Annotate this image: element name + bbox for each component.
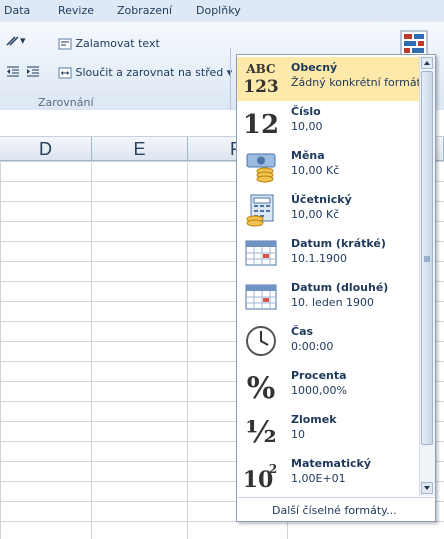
text-orientation-icon — [6, 36, 19, 46]
calendar-long-icon — [243, 279, 279, 315]
calendar-short-icon — [243, 235, 279, 271]
accounting-icon — [243, 191, 279, 227]
format-sample: 1000,00% — [291, 384, 347, 397]
format-sample: 10,00 Kč — [291, 208, 340, 221]
svg-text:%: % — [247, 371, 276, 403]
dropdown-scrollbar[interactable] — [419, 56, 435, 496]
svg-text:123: 123 — [243, 77, 279, 95]
scroll-thumb[interactable] — [421, 71, 433, 445]
format-sample: 1,00E+01 — [291, 472, 346, 485]
svg-text:ABC: ABC — [245, 62, 275, 76]
format-item-time[interactable]: Čas 0:00:00 — [237, 321, 419, 365]
format-item-number[interactable]: 12 Číslo 10,00 — [237, 101, 419, 145]
more-number-formats-label: Další číselné formáty... — [272, 504, 397, 517]
wrap-text-icon — [58, 38, 72, 50]
format-sample: 10,00 — [291, 120, 323, 133]
merge-center-button[interactable]: Sloučit a zarovnat na střed ▾ — [58, 66, 232, 79]
format-name: Datum (krátké) — [291, 237, 386, 250]
merge-center-icon — [58, 67, 72, 79]
fraction-icon: ½ — [243, 411, 279, 447]
ribbon-tab-bar: Data Revize Zobrazení Doplňky — [0, 0, 444, 22]
svg-text:12: 12 — [243, 110, 279, 139]
format-sample: Žádný konkrétní formát — [291, 76, 421, 89]
format-item-scientific[interactable]: 10 2 Matematický 1,00E+01 — [237, 453, 419, 497]
format-name: Měna — [291, 149, 325, 162]
conditional-formatting-icon — [400, 30, 428, 56]
format-name: Procenta — [291, 369, 347, 382]
format-item-accounting[interactable]: Účetnický 10,00 Kč — [237, 189, 419, 233]
format-name: Zlomek — [291, 413, 337, 426]
format-sample: 10. leden 1900 — [291, 296, 375, 309]
format-item-short-date[interactable]: Datum (krátké) 10.1.1900 — [237, 233, 419, 277]
clock-icon — [243, 323, 279, 359]
scroll-down-icon[interactable] — [421, 482, 433, 494]
wrap-text-button[interactable]: Zalamovat text — [58, 37, 160, 50]
increase-indent-icon — [27, 66, 39, 77]
format-name: Obecný — [291, 61, 338, 74]
format-sample: 10 — [291, 428, 305, 441]
group-label-alignment: Zarovnání — [38, 96, 94, 109]
scroll-up-icon[interactable] — [421, 57, 433, 69]
format-name: Čas — [291, 325, 314, 338]
merge-center-label: Sloučit a zarovnat na střed — [75, 66, 224, 79]
column-header-d[interactable]: D — [0, 137, 92, 161]
orientation-button[interactable]: ▾ — [6, 34, 26, 47]
format-item-percent[interactable]: % Procenta 1000,00% — [237, 365, 419, 409]
column-header-e[interactable]: E — [92, 137, 188, 161]
tab-revize[interactable]: Revize — [58, 4, 94, 17]
format-item-general[interactable]: ABC 123 Obecný Žádný konkrétní formát — [237, 57, 421, 101]
more-number-formats-link[interactable]: Další číselné formáty... — [238, 497, 434, 522]
format-name: Účetnický — [291, 193, 352, 206]
format-sample: 10,00 Kč — [291, 164, 340, 177]
format-name: Datum (dlouhé) — [291, 281, 389, 294]
grid-line — [91, 161, 92, 539]
increase-indent-button[interactable] — [26, 64, 40, 77]
percent-icon: % — [243, 367, 279, 403]
grid-line — [187, 161, 188, 539]
wrap-text-label: Zalamovat text — [75, 37, 160, 50]
format-sample: 0:00:00 — [291, 340, 334, 353]
decrease-indent-icon — [7, 66, 19, 77]
format-name: Číslo — [291, 105, 321, 118]
format-name: Matematický — [291, 457, 372, 470]
svg-text:½: ½ — [245, 415, 276, 447]
abc-123-icon: ABC 123 — [243, 59, 279, 95]
tab-data[interactable]: Data — [4, 4, 30, 17]
currency-icon — [243, 147, 279, 183]
number-12-icon: 12 — [243, 103, 279, 139]
svg-text:2: 2 — [269, 462, 277, 476]
tab-zobrazeni[interactable]: Zobrazení — [117, 4, 172, 17]
number-format-dropdown: ABC 123 Obecný Žádný konkrétní formát 12 … — [236, 54, 436, 522]
format-item-long-date[interactable]: Datum (dlouhé) 10. leden 1900 — [237, 277, 419, 321]
tab-doplnky[interactable]: Doplňky — [196, 4, 241, 17]
scientific-icon: 10 2 — [243, 455, 279, 491]
format-item-currency[interactable]: Měna 10,00 Kč — [237, 145, 419, 189]
format-sample: 10.1.1900 — [291, 252, 347, 265]
decrease-indent-button[interactable] — [6, 64, 20, 77]
format-item-fraction[interactable]: ½ Zlomek 10 — [237, 409, 419, 453]
